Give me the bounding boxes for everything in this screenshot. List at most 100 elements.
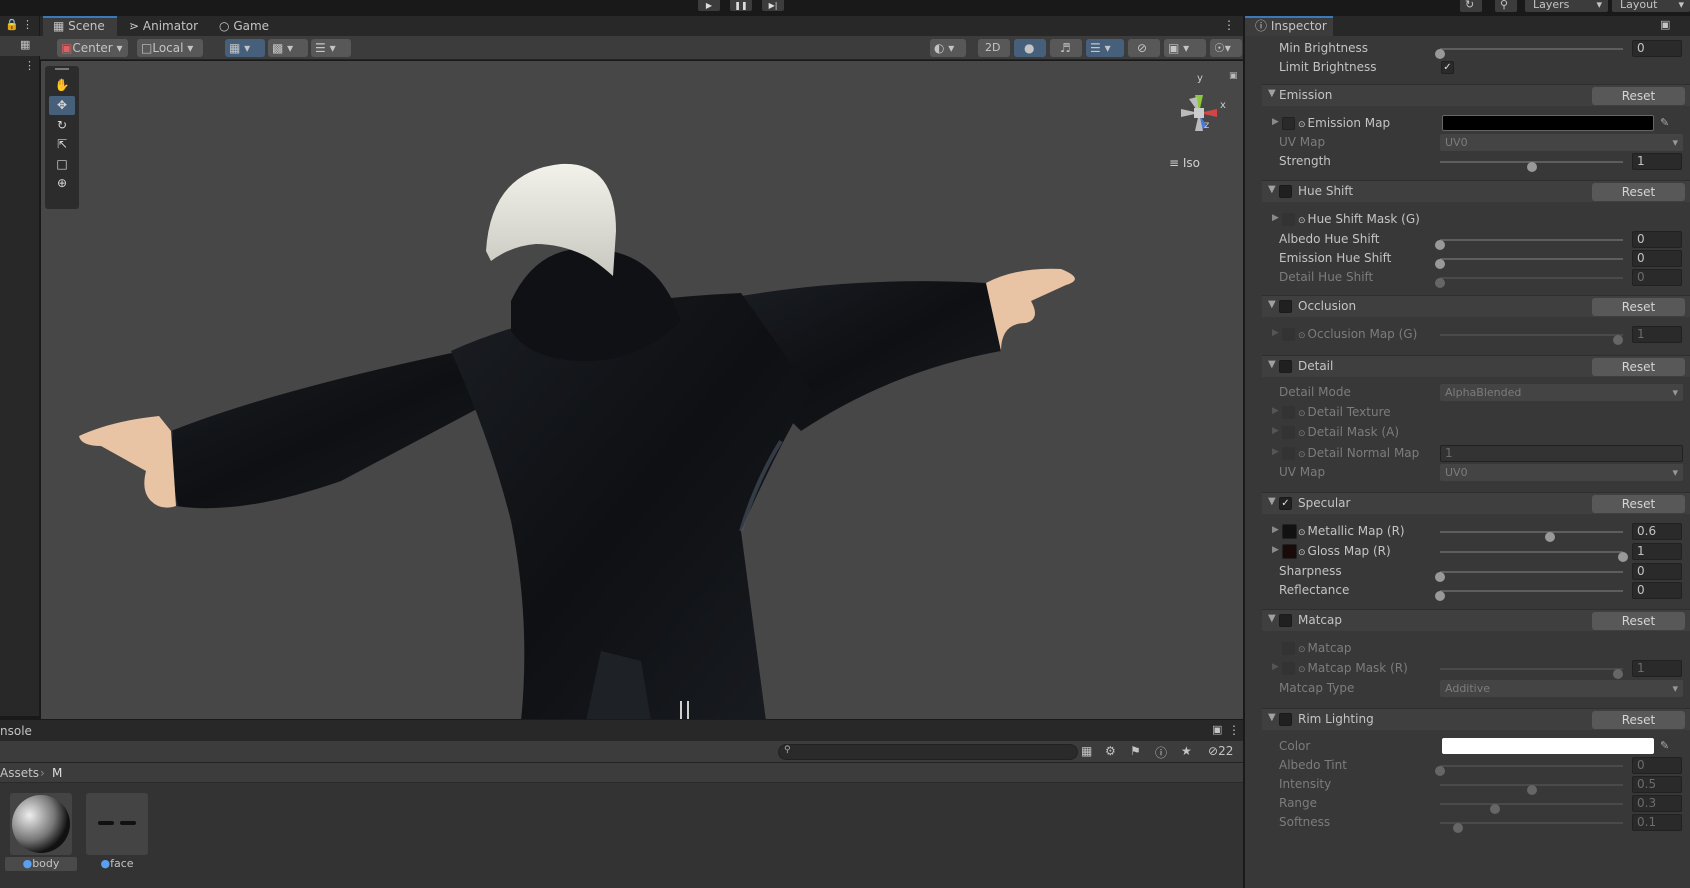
- expand-arrow-icon[interactable]: ▶: [1272, 662, 1279, 672]
- scene-viewport[interactable]: ✋ ✥ ↻ ⇱ □ ⊕ y x z ▣ ≡ Iso: [41, 61, 1243, 719]
- slider-knob[interactable]: [1613, 335, 1623, 345]
- tab-console[interactable]: nsole: [0, 724, 32, 738]
- detail-mode-dropdown[interactable]: AlphaBlended: [1440, 384, 1683, 401]
- matcap-reset-button[interactable]: Reset: [1592, 612, 1685, 630]
- lock-icon[interactable]: ▣: [1660, 18, 1670, 31]
- gizmos-dropdown[interactable]: ☉▾: [1210, 39, 1242, 57]
- lock-icon[interactable]: 🔒: [5, 18, 19, 31]
- more-icon[interactable]: ⋮: [22, 18, 33, 31]
- eyedropper-icon[interactable]: ✎: [1660, 116, 1669, 129]
- detail-section-header[interactable]: ▼ Detail Reset: [1262, 355, 1690, 377]
- slider-knob[interactable]: [1618, 552, 1628, 562]
- expand-arrow-icon[interactable]: ▶: [1272, 213, 1279, 223]
- metallic-value[interactable]: 0.6: [1632, 523, 1682, 540]
- avatar-model[interactable]: [41, 61, 1243, 719]
- play-button[interactable]: ▶: [698, 0, 720, 11]
- slider-knob[interactable]: [1544, 532, 1555, 542]
- gloss-map-slot[interactable]: [1282, 544, 1297, 559]
- foldout-arrow-icon[interactable]: ▼: [1268, 712, 1276, 723]
- sharpness-slider[interactable]: [1435, 571, 1623, 582]
- emission-color-field[interactable]: [1442, 115, 1654, 131]
- matcap-mask-slot[interactable]: [1282, 662, 1295, 675]
- reflectance-slider[interactable]: [1435, 590, 1623, 601]
- asset-label-body[interactable]: ●body: [5, 857, 77, 871]
- emission-reset-button[interactable]: Reset: [1592, 87, 1685, 105]
- layout-dropdown[interactable]: Layout ▾: [1612, 0, 1690, 12]
- object-picker-icon[interactable]: ⊙: [1298, 331, 1306, 341]
- breadcrumb-current[interactable]: M: [52, 766, 62, 780]
- tab-animator[interactable]: ⋗ Animator: [125, 16, 207, 36]
- hidden-objects-toggle[interactable]: ⊘: [1128, 39, 1160, 57]
- hidden-packages-toggle[interactable]: ⊘22: [1208, 744, 1233, 758]
- emission-uv-dropdown[interactable]: UV0: [1440, 134, 1683, 151]
- object-picker-icon[interactable]: ⊙: [1298, 120, 1306, 130]
- tab-inspector[interactable]: ⓘ Inspector: [1245, 16, 1333, 36]
- project-search-input[interactable]: ⚲: [778, 744, 1078, 760]
- more-icon[interactable]: ⋮: [1223, 18, 1235, 32]
- foldout-arrow-icon[interactable]: ▼: [1268, 88, 1276, 99]
- occlusion-map-slot[interactable]: [1282, 328, 1295, 341]
- rim-intensity-value[interactable]: 0.5: [1632, 776, 1682, 793]
- grid-visibility-toggle[interactable]: ▩ ▾: [268, 39, 308, 57]
- albedo-hue-shift-slider[interactable]: [1435, 239, 1623, 250]
- rim-softness-slider[interactable]: [1440, 822, 1623, 833]
- expand-arrow-icon[interactable]: ▶: [1272, 545, 1279, 555]
- lock-icon[interactable]: ▣: [1229, 71, 1238, 81]
- rim-softness-value[interactable]: 0.1: [1632, 814, 1682, 831]
- expand-arrow-icon[interactable]: ▶: [1272, 117, 1279, 127]
- detail-hue-shift-slider[interactable]: [1435, 277, 1623, 288]
- limit-brightness-checkbox[interactable]: ✓: [1441, 61, 1454, 74]
- transform-tool-icon[interactable]: ⊕: [49, 174, 75, 193]
- slider-knob[interactable]: [1435, 591, 1445, 601]
- emission-strength-slider[interactable]: [1440, 161, 1623, 172]
- effects-dropdown[interactable]: ☰ ▾: [1086, 39, 1124, 57]
- lighting-toggle[interactable]: ●: [1014, 39, 1046, 57]
- matcap-mask-value[interactable]: 1: [1632, 660, 1682, 677]
- detail-enable-checkbox[interactable]: [1279, 360, 1292, 373]
- object-picker-icon[interactable]: ⊙: [1298, 450, 1306, 460]
- detail-normal-value[interactable]: 1: [1440, 445, 1683, 462]
- detail-hue-shift-value[interactable]: 0: [1632, 269, 1682, 286]
- camera-dropdown[interactable]: ▣ ▾: [1164, 39, 1206, 57]
- detail-uv-dropdown[interactable]: UV0: [1440, 464, 1683, 481]
- orientation-gizmo[interactable]: y x z ▣: [1159, 71, 1239, 163]
- slider-knob[interactable]: [1613, 669, 1623, 679]
- layers-dropdown[interactable]: Layers ▾: [1525, 0, 1608, 12]
- scale-tool-icon[interactable]: ⇱: [49, 135, 75, 154]
- rim-lighting-enable-checkbox[interactable]: [1279, 713, 1292, 726]
- projection-toggle[interactable]: ≡ Iso: [1169, 156, 1200, 170]
- albedo-hue-shift-value[interactable]: 0: [1632, 231, 1682, 248]
- emission-strength-value[interactable]: 1: [1632, 153, 1682, 170]
- filter-by-type-icon[interactable]: ▦: [1081, 744, 1092, 758]
- pivot-dropdown[interactable]: ▣Center ▾: [57, 39, 128, 57]
- expand-arrow-icon[interactable]: ▶: [1272, 328, 1279, 338]
- asset-label-face[interactable]: ●face: [86, 857, 148, 871]
- matcap-mask-slider[interactable]: [1440, 668, 1623, 679]
- hue-shift-mask-slot[interactable]: [1282, 213, 1295, 226]
- foldout-arrow-icon[interactable]: ▼: [1268, 496, 1276, 507]
- more-icon[interactable]: ⋮: [1228, 723, 1240, 737]
- increment-snap-toggle[interactable]: ☰ ▾: [311, 39, 351, 57]
- grid-snapping-toggle[interactable]: ▦ ▾: [225, 39, 265, 57]
- emission-map-slot[interactable]: [1282, 117, 1295, 130]
- step-button[interactable]: ▶|: [762, 0, 784, 11]
- emission-hue-shift-value[interactable]: 0: [1632, 250, 1682, 267]
- object-picker-icon[interactable]: ⊙: [1298, 645, 1306, 655]
- min-brightness-value[interactable]: 0: [1632, 40, 1682, 57]
- rim-lighting-reset-button[interactable]: Reset: [1592, 711, 1685, 729]
- matcap-enable-checkbox[interactable]: [1279, 614, 1292, 627]
- gloss-slider[interactable]: [1440, 551, 1628, 562]
- rim-range-value[interactable]: 0.3: [1632, 795, 1682, 812]
- expand-arrow-icon[interactable]: ▶: [1272, 406, 1279, 416]
- rim-albedo-tint-slider[interactable]: [1435, 765, 1623, 776]
- history-icon[interactable]: ↻: [1460, 0, 1482, 12]
- draw-mode-dropdown[interactable]: ◐ ▾: [930, 39, 966, 57]
- rect-tool-icon[interactable]: □: [49, 155, 75, 174]
- foldout-arrow-icon[interactable]: ▼: [1268, 299, 1276, 310]
- occlusion-enable-checkbox[interactable]: [1279, 300, 1292, 313]
- sharpness-value[interactable]: 0: [1632, 563, 1682, 580]
- reflectance-value[interactable]: 0: [1632, 582, 1682, 599]
- search-icon[interactable]: ⚲: [1495, 0, 1517, 12]
- object-picker-icon[interactable]: ⊙: [1298, 665, 1306, 675]
- detail-normal-slot[interactable]: [1282, 447, 1295, 460]
